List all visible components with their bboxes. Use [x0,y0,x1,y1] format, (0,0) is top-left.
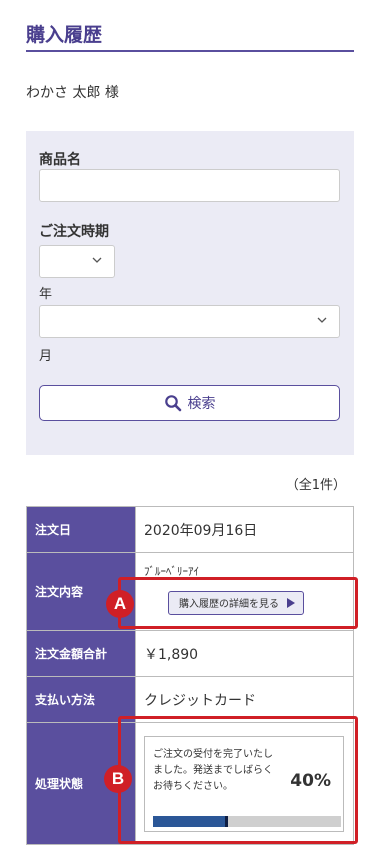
callout-a-badge: A [106,590,134,618]
chevron-down-icon [317,317,327,323]
order-total-value: ￥1,890 [135,630,354,677]
search-icon [164,395,181,412]
year-select[interactable] [39,245,115,278]
order-total-label: 注文金額合計 [26,630,136,677]
product-name-input[interactable] [39,169,340,202]
callout-b-badge: B [104,765,132,793]
year-unit-label: 年 [39,287,53,302]
customer-name: わかさ 太郎 様 [26,85,119,101]
search-button[interactable]: 検索 [39,385,340,421]
order-period-label: ご注文時期 [39,224,109,240]
title-divider [26,50,354,52]
month-select[interactable] [39,305,340,338]
search-panel: 商品名 ご注文時期 年 月 検索 [26,131,354,455]
callout-b-frame [118,716,358,844]
table-row: 注文日 2020年09月16日 [26,506,354,553]
result-count: （全1件） [285,478,346,493]
chevron-down-icon [92,257,102,263]
search-button-label: 検索 [187,396,216,412]
table-row: 注文金額合計 ￥1,890 [26,630,354,677]
order-date-label: 注文日 [26,506,136,553]
callout-a-frame [118,577,358,629]
product-name-label: 商品名 [39,152,81,168]
order-date-value: 2020年09月16日 [135,506,354,553]
page-title: 購入履歴 [26,24,103,46]
month-unit-label: 月 [39,349,53,364]
